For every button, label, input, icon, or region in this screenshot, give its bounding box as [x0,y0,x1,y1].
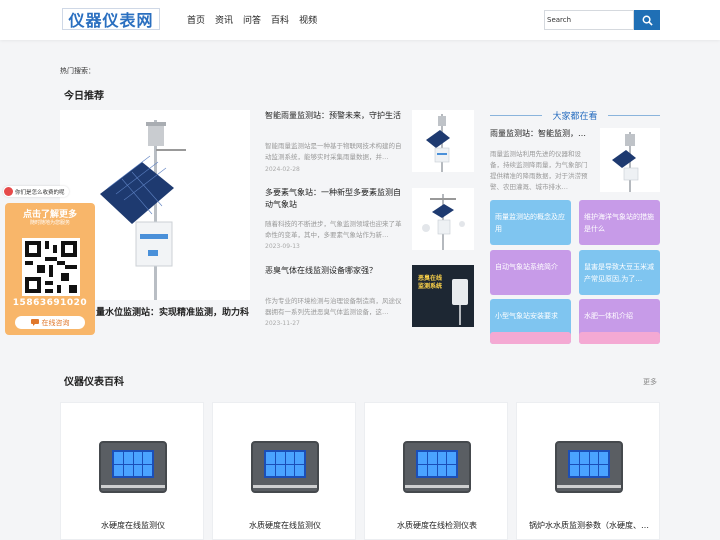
wiki-title: 仪器仪表百科 [64,377,124,388]
sidebar-tile[interactable]: 雨量监测站的概念及应用 [490,200,571,245]
wiki-card[interactable]: 水质硬度在线监测仪 [212,402,356,540]
article-desc: 智能雨量监测站是一种基于物联网技术构建的自动监测系统，能够实时采集雨量数据，并… [265,142,402,161]
search-button[interactable] [634,10,660,30]
search-input[interactable] [544,10,634,30]
sidebar-top-desc: 雨量监测站利用先进的仪器和设备，持续监测降雨量，为气象部门提供精准的降雨数据，对… [490,150,588,191]
today-title: 今日推荐 [64,91,104,102]
nav-wiki[interactable]: 百科 [271,13,289,26]
sidebar-tile[interactable]: 维护海洋气象站的措施是什么 [579,200,660,245]
odor-system-banner: 恶臭在线 监测系统 [418,275,448,291]
wiki-more-link[interactable]: 更多 [643,377,657,387]
wiki-card[interactable]: 锅炉水水质监测参数（水硬度、… [516,402,660,540]
chat-icon [4,187,13,196]
heading-line [608,115,660,116]
contact-phone: 15863691020 [12,298,88,308]
sidebar-tile[interactable] [579,332,660,344]
article-title[interactable]: 恶臭气体在线监测设备哪家强？ [265,265,407,277]
article-title[interactable]: 多要素气象站：一种新型多要素监测自动气象站 [265,187,407,211]
rain-gauge-thumb [612,132,639,192]
nav-qa[interactable]: 问答 [243,13,261,26]
device-image [555,441,623,493]
nav-news[interactable]: 资讯 [215,13,233,26]
odor-device-pole [459,305,461,325]
nav-video[interactable]: 视频 [299,13,317,26]
article-desc: 随着科技的不断进步，气象监测领域也迎来了革命性的变革，其中，多要素气象站作为新… [265,220,402,239]
sidebar-heading: 大家都在看 [490,108,660,122]
multi-element-station-thumb [422,194,465,250]
consult-label: 在线咨询 [41,318,70,327]
chat-bubble-icon [30,319,39,326]
sidebar-tile[interactable] [490,332,571,344]
wiki-card-title[interactable]: 水质硬度在线检测仪表 [369,520,505,531]
device-image [403,441,471,493]
wiki-card[interactable]: 水硬度在线监测仪 [60,402,204,540]
chat-question-bubble[interactable]: 你们是怎么收费的呢 [3,186,69,197]
main-nav: 首页 资讯 问答 百科 视频 [187,13,317,26]
wiki-card-title[interactable]: 水硬度在线监测仪 [65,520,201,531]
article-date: 2023-09-13 [265,243,300,250]
online-consult-button[interactable]: 在线咨询 [15,316,85,329]
rain-station-thumb [426,114,450,172]
wiki-card-title[interactable]: 水质硬度在线监测仪 [217,520,353,531]
search-icon [642,15,653,26]
article-title[interactable]: 智能雨量监测站：预警未来，守护生活 [265,110,407,122]
sidebar-tile[interactable]: 自动气象站系统简介 [490,250,571,295]
site-header: 仪器仪表网 首页 资讯 问答 百科 视频 [0,0,720,40]
article-thumbnail[interactable] [412,188,474,250]
chat-question: 你们是怎么收费的呢 [15,189,65,196]
site-logo[interactable]: 仪器仪表网 [62,8,160,30]
article-date: 2024-02-28 [265,166,300,173]
qr-cta-sub: 随时随地为您服务 [29,220,70,226]
banner-line: 恶臭在线 [418,275,443,282]
wiki-card[interactable]: 水质硬度在线检测仪表 [364,402,508,540]
hot-search-label: 热门搜索： [60,67,95,75]
sidebar-tile[interactable]: 鼠害是导致大豆玉米减产常见原因,为了… [579,250,660,295]
article-thumbnail[interactable]: 恶臭在线 监测系统 [412,265,474,327]
article-desc: 作为专业的环境检测与治理设备制造商，风途仪器拥有一系列先进恶臭气体监测设备，这… [265,297,402,316]
article-thumbnail[interactable] [412,110,474,172]
sidebar-top-title[interactable]: 雨量监测站：智能监测，… [490,128,600,139]
nav-home[interactable]: 首页 [187,13,205,26]
device-image [99,441,167,493]
banner-line: 监测系统 [418,283,443,290]
sidebar-top-thumbnail[interactable] [600,128,660,192]
qr-code [22,238,80,296]
odor-device [452,279,468,305]
device-image [251,441,319,493]
wiki-card-title[interactable]: 锅炉水水质监测参数（水硬度、… [521,520,657,531]
logo-text: 仪器仪表网 [68,11,154,30]
article-date: 2023-11-27 [265,320,300,327]
